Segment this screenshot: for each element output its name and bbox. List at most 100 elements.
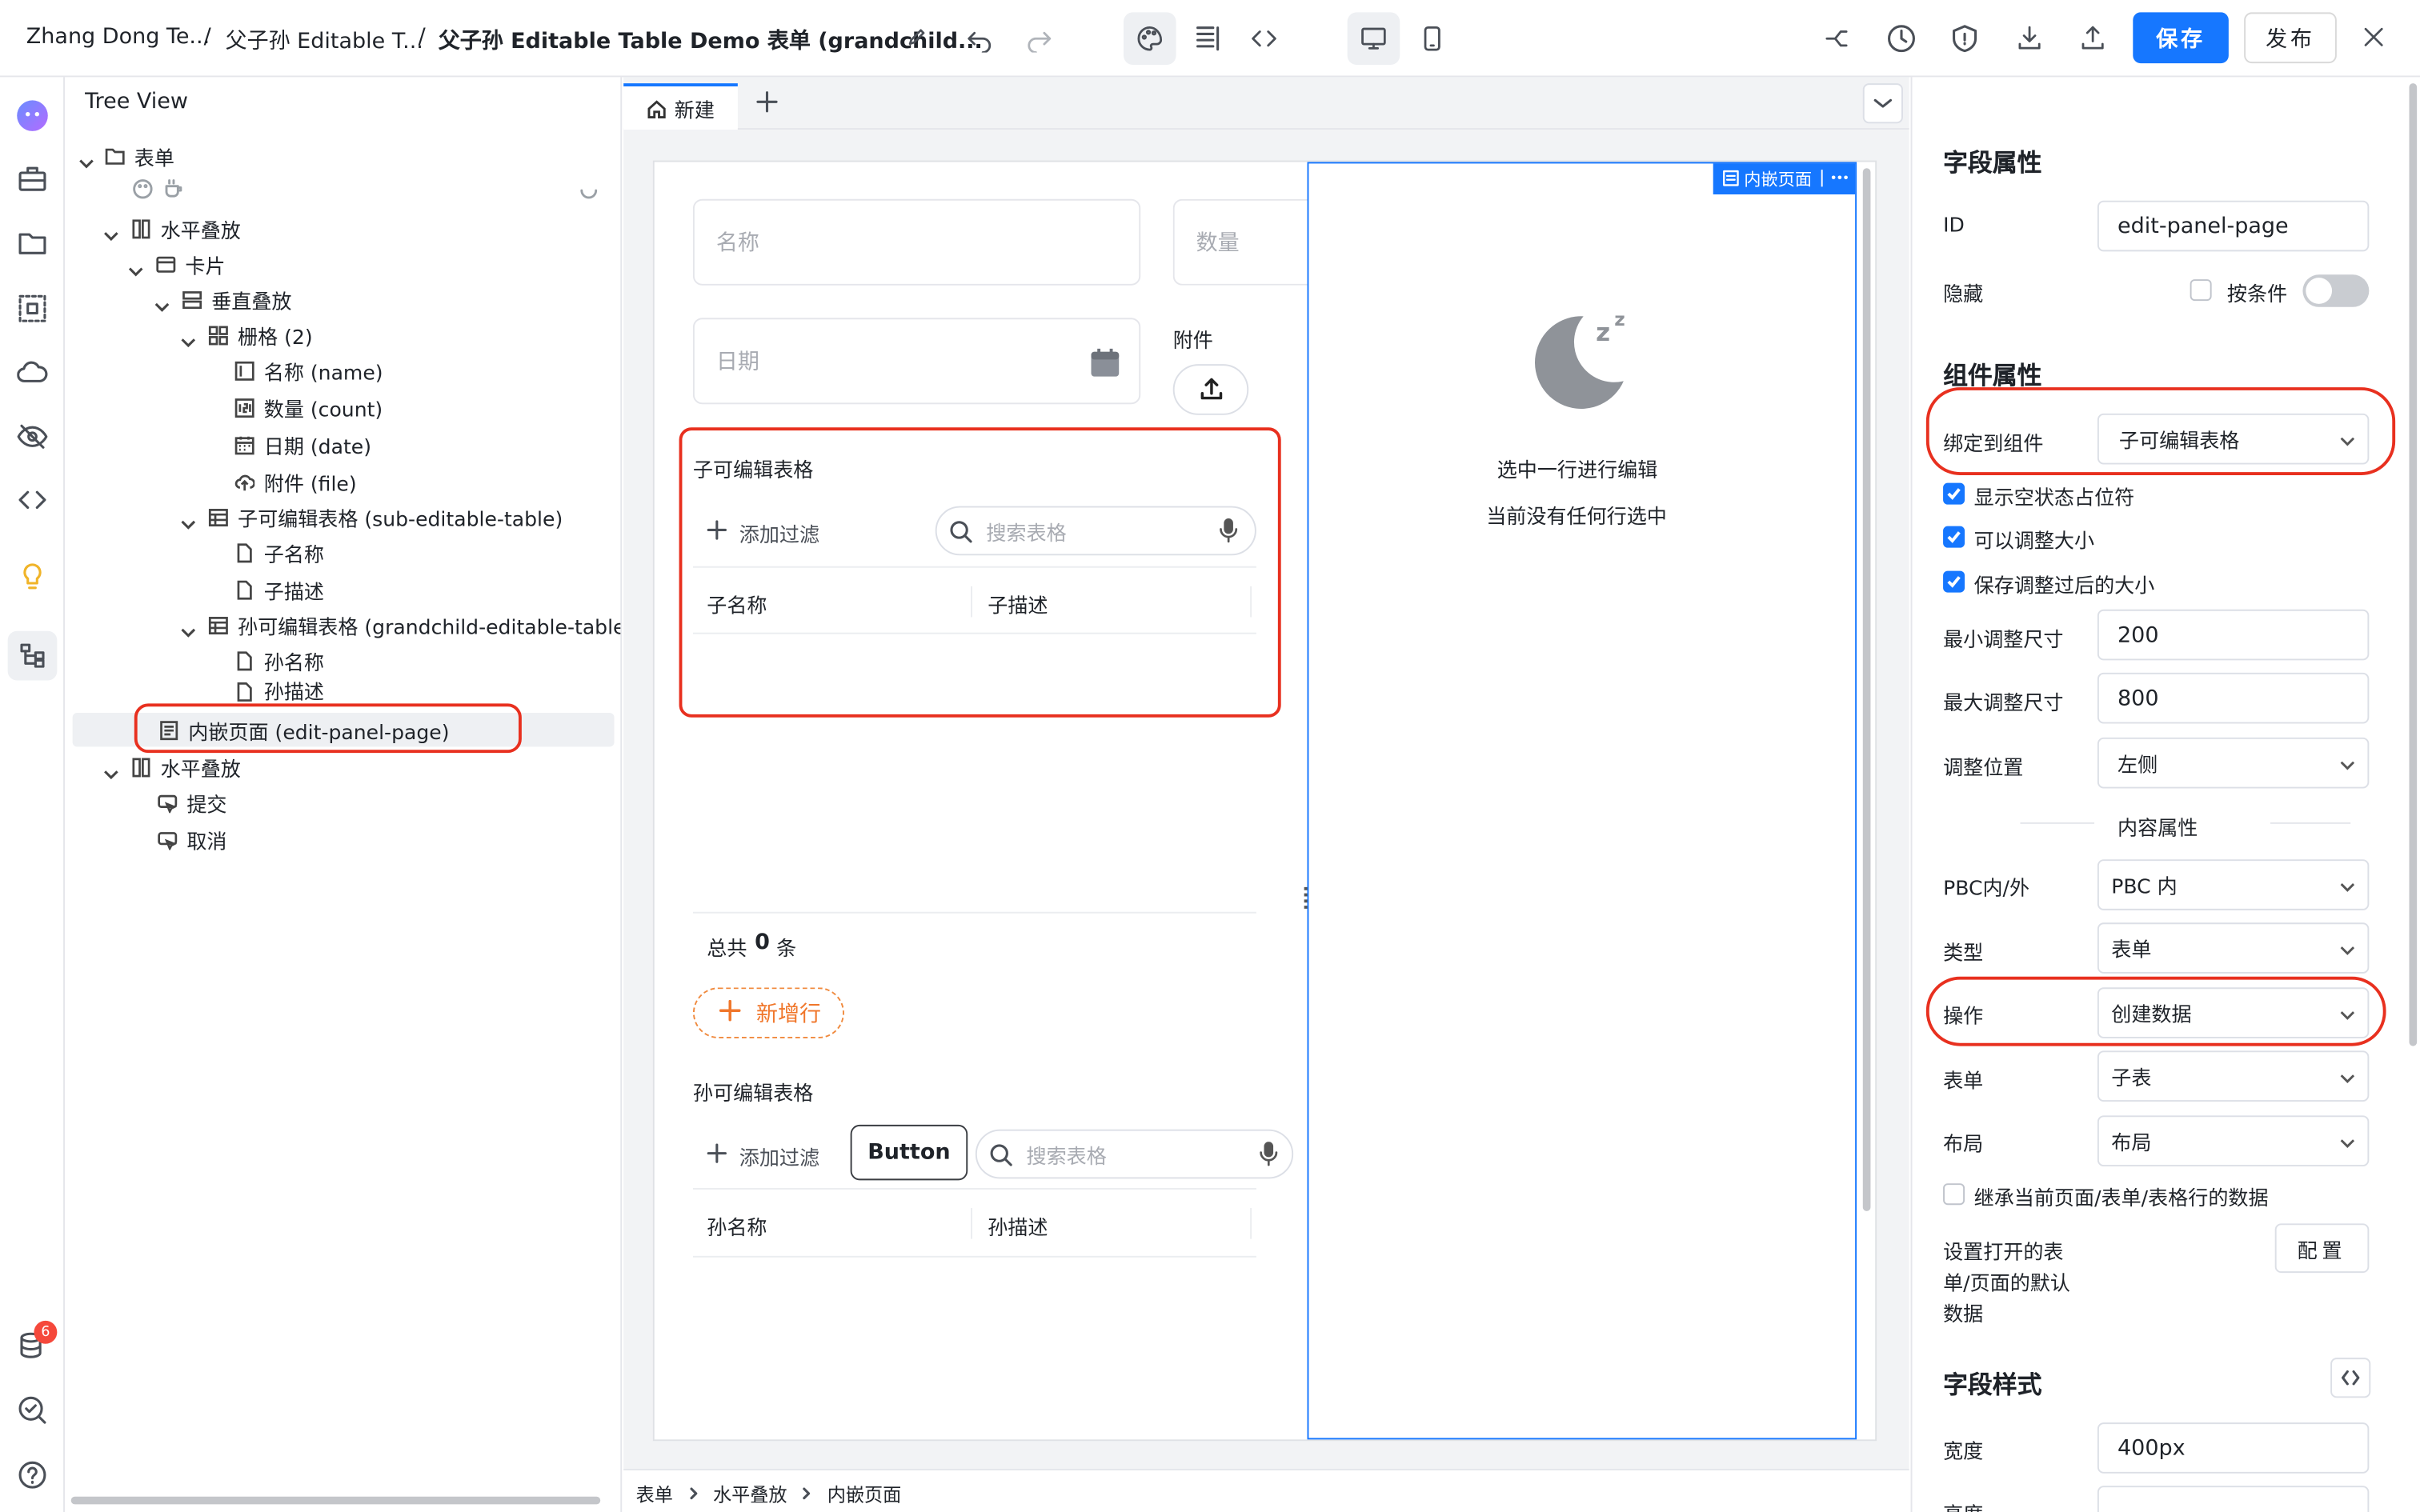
- default-data-label-line3: 数据: [1943, 1303, 1984, 1327]
- column-header-grand-desc[interactable]: 孙描述: [988, 1211, 1048, 1241]
- selection-icon[interactable]: [17, 293, 48, 324]
- column-divider[interactable]: [971, 1208, 972, 1239]
- footer-crumb-page[interactable]: 内嵌页面: [827, 1481, 902, 1507]
- coffee-icon[interactable]: [163, 179, 183, 199]
- ai-assistant-icon[interactable]: [15, 98, 49, 132]
- inherit-checkbox[interactable]: [1943, 1183, 1965, 1206]
- tree-node-grand-desc[interactable]: 孙描述: [234, 678, 324, 702]
- chevron-down-icon: [1873, 96, 1893, 111]
- history-clock-icon[interactable]: [1886, 23, 1917, 54]
- tree-node-submit[interactable]: 提交: [158, 786, 227, 819]
- chevron-down-icon[interactable]: [154, 291, 170, 312]
- chevron-down-icon[interactable]: [103, 221, 118, 242]
- tab-new[interactable]: 新建: [623, 83, 738, 130]
- add-row-button[interactable]: 新增行: [692, 987, 844, 1038]
- tree-node-grandchild-editable-table[interactable]: 孙可编辑表格 (grandchild-editable-table): [208, 608, 620, 642]
- edit-pencil-icon[interactable]: [906, 26, 928, 48]
- eye-off-icon[interactable]: [17, 422, 48, 450]
- tree-node-sub-editable-table[interactable]: 子可编辑表格 (sub-editable-table): [208, 500, 563, 534]
- search-check-icon[interactable]: [17, 1394, 48, 1426]
- field-properties-heading: 字段属性: [1943, 148, 2042, 178]
- palette-icon[interactable]: [133, 179, 153, 199]
- grand-table-search-input[interactable]: 搜索表格: [975, 1129, 1294, 1179]
- tree-node-sub-desc[interactable]: 子描述: [234, 572, 324, 606]
- tree-node-name-field[interactable]: 名称 (name): [234, 354, 383, 387]
- configure-button[interactable]: 配置: [2274, 1223, 2370, 1274]
- chevron-down-icon[interactable]: [181, 617, 196, 638]
- undo-icon[interactable]: [966, 25, 994, 53]
- vertical-scrollbar[interactable]: [1862, 168, 1871, 1211]
- number-field-icon: [234, 398, 254, 418]
- cloud-icon[interactable]: [17, 359, 48, 384]
- footer-crumb-form[interactable]: 表单: [636, 1481, 673, 1507]
- layout-select[interactable]: 布局: [2097, 1115, 2370, 1166]
- chevron-down-icon[interactable]: [181, 327, 196, 348]
- max-size-input[interactable]: 800: [2097, 672, 2370, 724]
- breadcrumb-app[interactable]: 父子孙 Editable T...: [226, 25, 423, 56]
- breadcrumb-workspace[interactable]: Zhang Dong Te...: [26, 25, 210, 50]
- help-icon[interactable]: [17, 1459, 48, 1490]
- type-select[interactable]: 表单: [2097, 922, 2370, 974]
- folder-icon[interactable]: [17, 230, 48, 258]
- id-input[interactable]: edit-panel-page: [2097, 200, 2370, 252]
- add-tab-icon[interactable]: [756, 91, 778, 113]
- tree-node-vertical-stack[interactable]: 垂直叠放: [182, 282, 292, 316]
- publish-button[interactable]: 发布: [2244, 12, 2337, 64]
- pbc-select[interactable]: PBC 内: [2097, 859, 2370, 910]
- form-select[interactable]: 子表: [2097, 1050, 2370, 1102]
- close-icon[interactable]: [2363, 26, 2385, 48]
- position-select[interactable]: 左侧: [2097, 737, 2370, 789]
- tree-node-cancel[interactable]: 取消: [158, 822, 227, 856]
- code-icon[interactable]: [1250, 25, 1278, 53]
- grand-add-filter-button[interactable]: 添加过滤: [739, 1142, 819, 1171]
- name-input[interactable]: 名称: [692, 198, 1141, 286]
- tree-node-count-field[interactable]: 数量 (count): [234, 390, 383, 424]
- tree-node-grand-name[interactable]: 孙名称: [234, 643, 324, 677]
- chevron-down-icon[interactable]: [78, 148, 94, 169]
- tree-node-horizontal-stack-2[interactable]: 水平叠放: [131, 750, 241, 783]
- width-label: 宽度: [1943, 1441, 1984, 1465]
- chevron-down-icon[interactable]: [128, 256, 143, 277]
- plus-icon[interactable]: [707, 1143, 727, 1163]
- briefcase-icon[interactable]: [17, 165, 48, 193]
- upload-icon[interactable]: [2079, 23, 2107, 51]
- calendar-icon[interactable]: [1090, 347, 1121, 378]
- horizontal-scrollbar[interactable]: [70, 1496, 601, 1505]
- date-input[interactable]: 日期: [692, 318, 1141, 405]
- chevron-down-icon[interactable]: [181, 509, 196, 530]
- tree-node-file-field[interactable]: 附件 (file): [234, 464, 357, 498]
- tree-node-sub-name[interactable]: 子名称: [234, 535, 324, 569]
- tree-node-date-field[interactable]: 日期 (date): [234, 427, 371, 461]
- lightbulb-icon[interactable]: [18, 562, 46, 593]
- download-icon[interactable]: [2016, 23, 2044, 51]
- branch-icon[interactable]: [1823, 25, 1851, 53]
- chevron-down-icon[interactable]: [103, 759, 118, 780]
- footer-crumb-stack[interactable]: 水平叠放: [713, 1481, 787, 1507]
- more-icon[interactable]: [1830, 170, 1849, 185]
- conditional-toggle[interactable]: [2302, 274, 2370, 307]
- layout-editor-icon[interactable]: [1193, 23, 1224, 54]
- show-empty-checkbox[interactable]: [1943, 482, 1965, 505]
- grand-table-button[interactable]: Button: [850, 1124, 968, 1181]
- upload-icon: [1199, 377, 1224, 402]
- shield-icon[interactable]: [1951, 23, 1979, 54]
- resizable-checkbox[interactable]: [1943, 526, 1965, 548]
- tree-node-grid[interactable]: 栅格 (2): [208, 318, 313, 351]
- width-input[interactable]: 400px: [2097, 1422, 2370, 1474]
- column-divider[interactable]: [1250, 1208, 1252, 1239]
- vertical-scrollbar[interactable]: [2409, 83, 2418, 1046]
- mobile-icon[interactable]: [1420, 25, 1444, 53]
- microphone-icon[interactable]: [1260, 1142, 1278, 1166]
- count-input[interactable]: 数量: [1172, 198, 1328, 286]
- save-button[interactable]: 保存: [2133, 12, 2229, 64]
- code-icon[interactable]: [17, 486, 48, 514]
- column-header-grand-name[interactable]: 孙名称: [707, 1211, 767, 1241]
- height-input[interactable]: [2097, 1486, 2370, 1512]
- tree-node-horizontal-stack[interactable]: 水平叠放: [131, 211, 241, 245]
- hidden-checkbox[interactable]: [2190, 279, 2212, 302]
- tree-node-form[interactable]: 表单: [105, 139, 174, 173]
- tree-node-card[interactable]: 卡片: [156, 247, 226, 281]
- min-size-input[interactable]: 200: [2097, 609, 2370, 661]
- redo-icon[interactable]: [1025, 25, 1053, 53]
- save-size-checkbox[interactable]: [1943, 570, 1965, 593]
